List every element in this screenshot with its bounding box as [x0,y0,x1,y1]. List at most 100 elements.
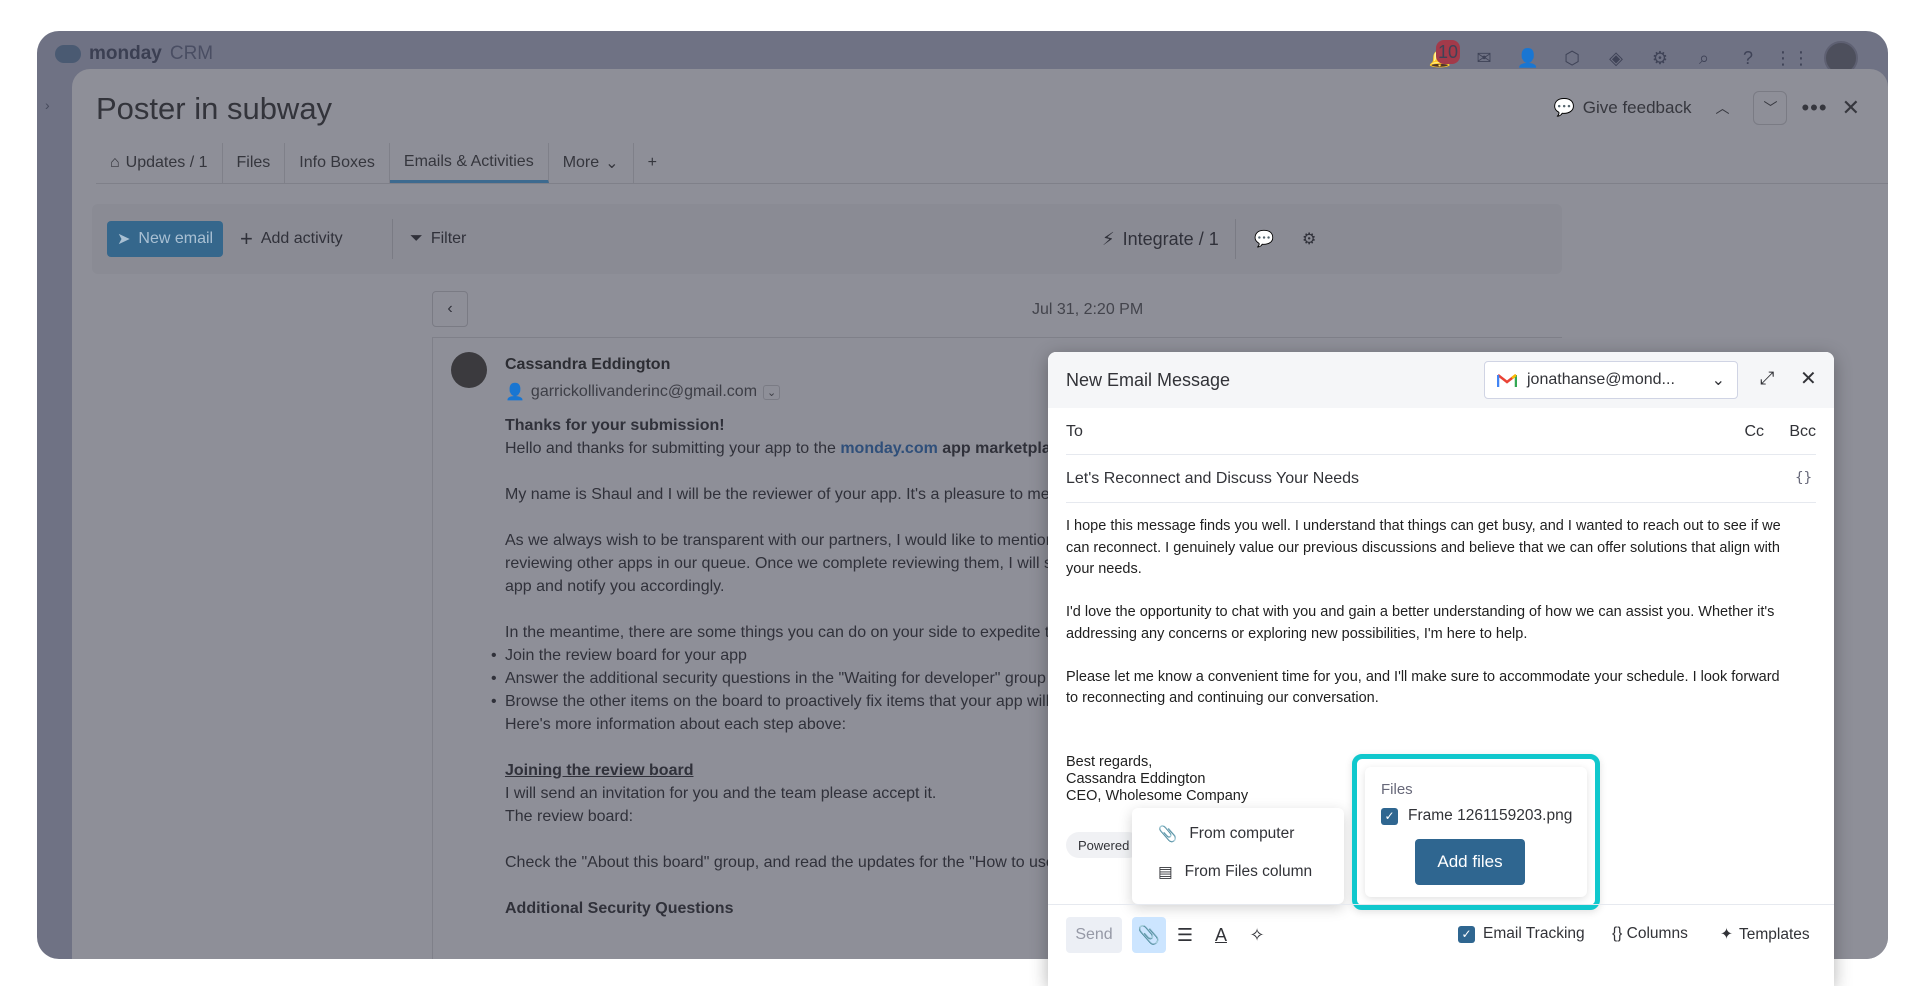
subject-field[interactable]: Let's Reconnect and Discuss Your Needs {… [1066,455,1816,503]
invite-user-icon[interactable]: 👤 [1516,46,1540,70]
expand-icon[interactable]: ⤢ [1760,368,1774,389]
email-tracking-toggle[interactable]: ✓ Email Tracking [1458,925,1585,943]
paperclip-icon[interactable]: 📎 [1132,917,1166,953]
subject-value: Let's Reconnect and Discuss Your Needs [1066,470,1360,487]
integrate-button[interactable]: ⚡ Integrate / 1 [1102,221,1219,257]
templates-icon: ✦ [1720,926,1733,943]
brand-suffix: CRM [169,43,214,64]
tab-label: More [562,154,600,171]
from-computer-item[interactable]: 📎 From computer [1158,822,1294,846]
filter-button[interactable]: ⏷ Filter [410,221,466,257]
activity-toolbar: ➤ New email + Add activity ⏷ Filter ⚡ In… [92,204,1562,274]
give-feedback-button[interactable]: 💬 Give feedback [1554,98,1692,118]
text-line: addressing any concerns or exploring new… [1066,625,1528,642]
toolbar-divider [1235,219,1236,259]
variables-icon[interactable]: {} [1795,470,1812,486]
message-body-editor[interactable]: I hope this message finds you well. I un… [1066,516,1816,731]
signature-line: Best regards, [1066,754,1153,770]
tab-label: Info Boxes [299,154,375,171]
add-activity-button[interactable]: + Add activity [240,221,343,257]
tab-emails-activities[interactable]: Emails & Activities [389,143,549,183]
text-line: Please let me know a convenient time for… [1066,668,1780,685]
apps-grid-icon[interactable]: ⋮⋮ [1774,46,1810,70]
files-column-icon: ▤ [1158,863,1173,881]
person-icon: 👤 [505,384,525,401]
compose-header: New Email Message jonathanse@mond... ⌄ ⤢… [1048,352,1834,408]
text-color-icon[interactable]: A [1204,917,1238,953]
list-icon[interactable]: ☰ [1168,917,1202,953]
bcc-button[interactable]: Bcc [1789,423,1816,441]
to-label: To [1066,423,1083,440]
send-button[interactable]: Send [1066,917,1122,953]
compose-email-dialog: New Email Message jonathanse@mond... ⌄ ⤢… [1048,352,1834,986]
marketplace-link[interactable]: monday.com [840,440,938,457]
account-email: jonathanse@mond... [1527,371,1675,388]
chevron-left-icon: ‹ [447,300,453,317]
files-label: Files [1381,781,1413,798]
templates-label: Templates [1739,925,1810,943]
page-title[interactable]: Poster in subway [96,91,332,127]
add-activity-label: Add activity [260,230,343,247]
back-button[interactable]: ‹ [432,291,468,327]
files-popover-inner: Files ✓ Frame 1261159203.png Add files [1365,767,1587,897]
give-feedback-label: Give feedback [1582,98,1692,117]
chevron-down-icon[interactable]: ⌄ [763,384,781,400]
checkbox-checked-icon[interactable]: ✓ [1381,807,1398,825]
tab-label: Updates / 1 [125,154,208,171]
send-plane-icon: ➤ [117,231,131,248]
signature: Best regards, Cassandra Eddington CEO, W… [1066,754,1248,805]
marketplace-icon[interactable]: ◈ [1604,46,1628,70]
columns-button[interactable]: {} Columns [1612,925,1688,943]
account-select[interactable]: jonathanse@mond... ⌄ [1484,361,1738,399]
close-icon[interactable]: ✕ [1842,95,1860,121]
attach-menu: 📎 From computer ▤ From Files column [1132,808,1344,904]
filter-icon: ⏷ [410,230,423,247]
chevron-down-icon[interactable]: ﹀ [1753,91,1788,125]
tab-info-boxes[interactable]: Info Boxes [285,143,390,183]
feedback-icon: 💬 [1553,98,1575,117]
menu-item-label: From Files column [1184,863,1313,880]
tab-label: Emails & Activities [403,152,534,170]
help-icon[interactable]: ? [1736,46,1760,70]
text-line: to reconnecting and continuing our conve… [1066,690,1379,706]
file-item[interactable]: ✓ Frame 1261159203.png [1381,807,1572,825]
chat-icon[interactable]: 💬 [1254,221,1274,257]
integrations-icon[interactable]: ⬡ [1560,46,1584,70]
tab-files[interactable]: Files [223,143,286,183]
filter-label: Filter [430,230,467,247]
email-tracking-label: Email Tracking [1483,925,1585,942]
text-line: I hope this message finds you well. I un… [1066,518,1781,534]
cc-button[interactable]: Cc [1744,423,1764,441]
tab-more[interactable]: More ⌄ [549,143,634,183]
add-tab-button[interactable]: + [634,143,671,183]
brand-logo[interactable]: monday CRM [55,43,213,65]
tab-label: Files [236,154,271,171]
close-icon[interactable]: ✕ [1800,366,1817,391]
gear-icon[interactable]: ⚙ [1302,221,1316,257]
home-icon: ⌂ [110,154,120,171]
files-popover: Files ✓ Frame 1261159203.png Add files [1352,754,1600,910]
checkbox-checked-icon[interactable]: ✓ [1458,925,1475,943]
templates-button[interactable]: ✦ Templates [1720,925,1810,944]
ai-sparkle-icon[interactable]: ✧ [1240,917,1274,953]
tab-updates[interactable]: ⌂ Updates / 1 [96,143,223,183]
new-email-button[interactable]: ➤ New email [107,221,224,257]
chevron-up-icon[interactable]: ︿ [1705,91,1739,125]
bell-icon[interactable]: 🔔10 [1428,40,1460,70]
compose-title: New Email Message [1066,370,1231,390]
gear-icon[interactable]: ⚙ [1648,46,1672,70]
powered-by-badge: Powered [1066,832,1142,858]
signature-line: CEO, Wholesome Company [1066,788,1249,804]
to-field[interactable]: To Cc Bcc [1066,408,1816,455]
from-files-column-item[interactable]: ▤ From Files column [1158,860,1312,884]
more-options-icon[interactable]: ••• [1801,95,1827,121]
add-files-button[interactable]: Add files [1415,839,1525,885]
item-actions: 💬 Give feedback ︿ ﹀ ••• ✕ [1554,91,1860,125]
inbox-icon[interactable]: ✉ [1472,46,1496,70]
plus-icon: + [240,226,253,251]
paragraph: I'd love the opportunity to chat with yo… [1066,602,1816,645]
sender-email-row: 👤 garrickollivanderinc@gmail.com ⌄ [505,382,781,402]
search-icon[interactable]: ⌕ [1692,46,1716,70]
sidebar-expand-icon[interactable]: › [45,97,50,113]
menu-item-label: From computer [1189,825,1295,842]
